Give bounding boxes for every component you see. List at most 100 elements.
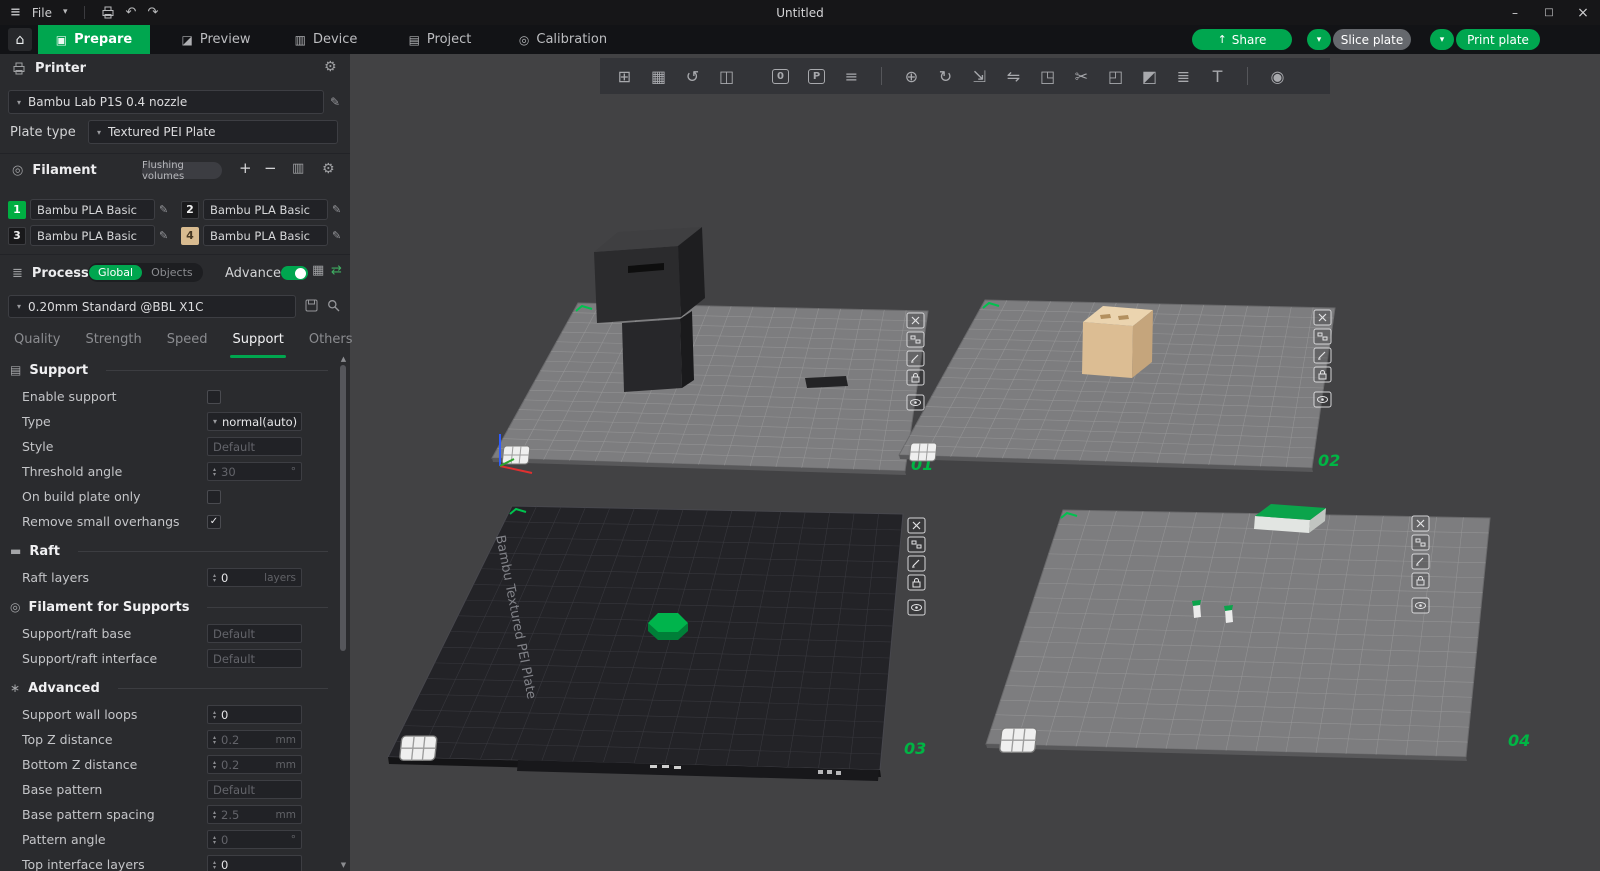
plate-settings-icon[interactable] [502,446,530,464]
filament-color-swatch[interactable]: 2 [181,201,199,219]
share-button[interactable]: ↑ Share [1192,29,1292,50]
text-input[interactable]: Default [207,624,302,643]
spinner-arrows[interactable]: ▴▾ [213,467,216,477]
text-input[interactable]: Default [207,780,302,799]
rename-icon[interactable] [1314,348,1331,363]
spinner-input[interactable]: ▴▾0layers [207,568,302,587]
variable-layer-height-icon[interactable]: ≣ [1169,62,1198,90]
assembly-view-icon[interactable]: ◉ [1263,62,1292,90]
arrange-icon[interactable] [907,332,924,347]
spinner-arrows[interactable]: ▴▾ [213,810,216,820]
chevron-down-icon[interactable]: ▾ [63,8,68,17]
text-icon[interactable]: T [1203,62,1232,90]
rename-icon[interactable] [907,351,924,366]
ams-icon[interactable]: ▥ [292,162,304,175]
spinner-input[interactable]: ▴▾2.5mm [207,805,302,824]
cut-icon[interactable]: ✂ [1067,62,1096,90]
plate-type-dropdown[interactable]: ▾ Textured PEI Plate [88,120,338,144]
edit-filament-icon[interactable]: ✎ [159,203,172,216]
compare-presets-icon[interactable]: ⇄ [331,264,342,277]
arrange-icon[interactable] [908,537,925,552]
save-preset-icon[interactable] [305,299,318,312]
section-support[interactable]: ▤Support [0,356,336,384]
plate-settings-icon[interactable] [399,736,437,760]
model-mailbox-column-side[interactable] [680,311,694,388]
spinner-input[interactable]: ▴▾0° [207,830,302,849]
scope-global[interactable]: Global [89,265,142,280]
spinner-arrows[interactable]: ▴▾ [213,860,216,870]
model-mailbox-front[interactable] [594,246,681,323]
home-button[interactable]: ⌂ [8,28,32,51]
spinner-arrows[interactable]: ▴▾ [213,710,216,720]
process-tab-support[interactable]: Support [232,332,283,354]
process-tab-quality[interactable]: Quality [14,332,60,354]
scrollbar-thumb[interactable] [340,365,346,651]
plate-settings-icon[interactable] [909,443,937,461]
build-plate-3[interactable]: 03 [388,506,926,777]
model-mailbox-column[interactable] [622,319,682,392]
eye-icon[interactable] [907,395,924,410]
arrange-icon[interactable] [1412,535,1429,550]
export-sliced-file-icon[interactable] [101,6,115,19]
spinner-input[interactable]: ▴▾0 [207,705,302,724]
arrange-icon[interactable] [1314,329,1331,344]
printer-settings-gear-icon[interactable]: ⚙ [324,60,337,74]
print-options-button[interactable]: ▾ [1430,29,1454,50]
build-plate-4[interactable]: 04 [986,510,1530,761]
checkbox[interactable] [207,490,221,504]
close-icon[interactable] [1314,310,1331,325]
text-input[interactable]: Default [207,649,302,668]
tab-device[interactable]: ▥Device [283,25,369,54]
printer-select-dropdown[interactable]: ▾ Bambu Lab P1S 0.4 nozzle [8,90,324,114]
lock-icon[interactable] [907,370,924,385]
section-filament-for-supports[interactable]: ◎Filament for Supports [0,593,336,621]
auto-orient-icon[interactable]: ↺ [678,62,707,90]
move-icon[interactable]: ⊕ [897,62,926,90]
search-icon[interactable] [327,299,340,312]
tab-preview[interactable]: ◪Preview [170,25,262,54]
close-icon[interactable] [1412,516,1429,531]
rename-icon[interactable] [1412,554,1429,569]
redo-icon[interactable]: ↷ [147,6,158,19]
filament-color-swatch[interactable]: 4 [181,227,199,245]
process-tab-others[interactable]: Others [309,332,353,354]
arrange-icon[interactable]: ◫ [712,62,741,90]
split-objects-icon[interactable]: ◰ [1101,62,1130,90]
lay-on-face-icon[interactable]: ◳ [1033,62,1062,90]
label-objects-icon[interactable]: 0 [772,69,789,84]
remove-filament-button[interactable]: − [264,161,277,176]
spinner-input[interactable]: ▴▾0.2mm [207,755,302,774]
sidebar-scrollbar[interactable]: ▲ ▼ [338,353,349,871]
tab-calibration[interactable]: ◎Calibration [508,25,618,54]
edit-filament-icon[interactable]: ✎ [332,203,345,216]
scale-icon[interactable]: ⇲ [965,62,994,90]
undo-icon[interactable]: ↶ [126,6,137,19]
edit-filament-icon[interactable]: ✎ [159,229,172,242]
process-tab-speed[interactable]: Speed [167,332,208,354]
edit-printer-icon[interactable]: ✎ [330,95,340,109]
edit-filament-icon[interactable]: ✎ [332,229,345,242]
slice-plate-button[interactable]: Slice plate [1333,29,1411,50]
slice-options-button[interactable]: ▾ [1307,29,1331,50]
spinner-arrows[interactable]: ▴▾ [213,573,216,583]
menu-icon[interactable]: ≡ [10,6,21,19]
text-input[interactable]: Default [207,437,302,456]
filament-name-input[interactable]: Bambu PLA Basic [203,199,328,220]
spinner-input[interactable]: ▴▾0.2mm [207,730,302,749]
spinner-input[interactable]: ▴▾0 [207,855,302,871]
spinner-arrows[interactable]: ▴▾ [213,835,216,845]
print-plate-button[interactable]: Print plate [1456,29,1540,50]
eye-icon[interactable] [1314,392,1331,407]
lock-icon[interactable] [1314,367,1331,382]
model-tan-box-front[interactable] [1082,322,1133,378]
spinner-input[interactable]: ▴▾30° [207,462,302,481]
rename-icon[interactable] [908,556,925,571]
rotate-icon[interactable]: ↻ [931,62,960,90]
scope-objects[interactable]: Objects [142,265,202,280]
checkbox[interactable]: ✓ [207,515,221,529]
minimize-button[interactable]: – [1498,0,1532,25]
scroll-down-icon[interactable]: ▼ [338,861,349,869]
dropdown[interactable]: ▾normal(auto) [207,412,302,431]
mirror-icon[interactable]: ⇋ [999,62,1028,90]
close-icon[interactable] [907,313,924,328]
